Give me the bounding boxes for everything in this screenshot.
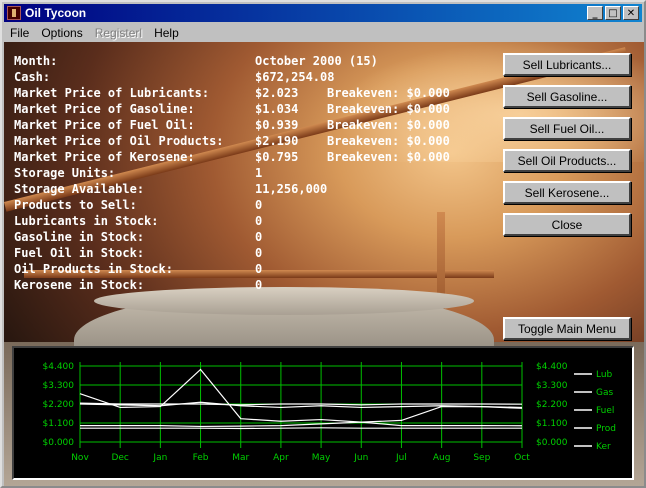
chart-y-tick-label: $2.200 — [43, 400, 75, 410]
sell-gasoline-button[interactable]: Sell Gasoline... — [503, 85, 631, 108]
stat-oil-products-price-label: Market Price of Oil Products: — [14, 134, 224, 148]
close-button[interactable]: Close — [503, 213, 631, 236]
stat-fuel-oil-breakeven: Breakeven: $0.000 — [327, 118, 450, 132]
stat-products-to-sell-value: 0 — [255, 198, 263, 212]
chart-x-tick-label: Aug — [433, 453, 451, 463]
title-bar[interactable]: Oil Tycoon _ □ ✕ — [4, 4, 642, 22]
sell-oil-products-button[interactable]: Sell Oil Products... — [503, 149, 631, 172]
stat-gasoline-price-label: Market Price of Gasoline: — [14, 102, 195, 116]
minimize-icon: _ — [592, 7, 598, 19]
menu-options[interactable]: Options — [35, 26, 88, 40]
chart-series-line-ker — [80, 427, 522, 430]
toggle-main-menu-button[interactable]: Toggle Main Menu — [503, 317, 631, 340]
chart-y-tick-label-right: $1.100 — [536, 419, 568, 429]
stat-gasoline-price-value: $1.034 — [255, 102, 299, 116]
window-title: Oil Tycoon — [25, 6, 87, 20]
minimize-button[interactable]: _ — [587, 6, 603, 20]
stat-fuel-oil-price-label: Market Price of Fuel Oil: — [14, 118, 195, 132]
stat-oil-products-breakeven: Breakeven: $0.000 — [327, 134, 450, 148]
chart-legend-label: Prod — [596, 424, 616, 434]
chart-y-tick-label-right: $0.000 — [536, 438, 568, 448]
chart-y-tick-label-right: $4.400 — [536, 362, 568, 372]
chart-x-tick-label: Nov — [71, 453, 89, 463]
menu-help[interactable]: Help — [148, 26, 185, 40]
chart-x-tick-label: Jan — [152, 453, 167, 463]
chart-x-tick-label: Dec — [111, 453, 128, 463]
chart-series-line-lub — [79, 368, 523, 423]
stat-storage-units-label: Storage Units: — [14, 166, 116, 180]
chart-x-tick-label: Sep — [473, 453, 490, 463]
chart-x-tick-label: Feb — [193, 453, 209, 463]
stat-fuel-oil-stock-label: Fuel Oil in Stock: — [14, 246, 145, 260]
maximize-button[interactable]: □ — [605, 6, 621, 20]
chart-x-tick-label: Jun — [353, 453, 368, 463]
price-history-chart: $4.400 $4.400 $3.300 $3.300 $2.200 $2.200 $1.1… — [12, 346, 634, 480]
chart-y-tick-label: $3.300 — [43, 381, 75, 391]
oil-derrick-icon[interactable] — [7, 6, 21, 20]
stat-kerosene-breakeven: Breakeven: $0.000 — [327, 150, 450, 164]
chart-y-tick-label: $0.000 — [43, 438, 75, 448]
app-window: Oil Tycoon _ □ ✕ File Options Registerl … — [0, 0, 646, 488]
stat-kerosene-price-label: Market Price of Kerosene: — [14, 150, 195, 164]
stat-gasoline-stock-label: Gasoline in Stock: — [14, 230, 145, 244]
background-tank-top — [94, 287, 474, 315]
chart-legend-label: Fuel — [596, 406, 614, 416]
sell-kerosene-button[interactable]: Sell Kerosene... — [503, 181, 631, 204]
chart-y-tick-label: $1.100 — [43, 419, 75, 429]
chart-y-tick-label-right: $2.200 — [536, 400, 568, 410]
maximize-icon: □ — [608, 7, 618, 19]
stat-products-to-sell-label: Products to Sell: — [14, 198, 137, 212]
stat-cash-value: $672,254.08 — [255, 70, 335, 84]
stat-lubricants-stock-label: Lubricants in Stock: — [14, 214, 159, 228]
stat-month-value: October 2000 (15) — [255, 54, 378, 68]
menu-file[interactable]: File — [4, 26, 35, 40]
chart-x-tick-label: Oct — [514, 453, 530, 463]
sell-lubricants-button[interactable]: Sell Lubricants... — [503, 53, 631, 76]
stat-gasoline-breakeven: Breakeven: $0.000 — [327, 102, 450, 116]
chart-legend-label: Ker — [596, 442, 611, 452]
close-window-button[interactable]: ✕ — [623, 6, 639, 20]
stat-storage-units-value: 1 — [255, 166, 263, 180]
chart-x-tick-label: Jul — [395, 453, 407, 463]
chart-legend-label: Gas — [596, 388, 613, 398]
stat-month-label: Month: — [14, 54, 58, 68]
menu-register: Registerl — [94, 25, 143, 40]
chart-x-tick-label: Apr — [273, 453, 289, 463]
chart-x-tick-label: May — [312, 453, 331, 463]
stat-kerosene-stock-value: 0 — [255, 278, 263, 292]
stat-lubricants-price-value: $2.023 — [255, 86, 299, 100]
chart-legend-label: Lub — [596, 370, 613, 380]
price-chart-svg: $4.400 $4.400 $3.300 $3.300 $2.200 $2.200 $1.1… — [43, 362, 616, 463]
stat-oil-products-stock-value: 0 — [255, 262, 263, 276]
stat-kerosene-price-value: $0.795 — [255, 150, 299, 164]
chart-y-tick-label-right: $3.300 — [536, 381, 568, 391]
stat-lubricants-breakeven: Breakeven: $0.000 — [327, 86, 450, 100]
stat-fuel-oil-price-value: $0.939 — [255, 118, 299, 132]
stat-storage-available-value: 11,256,000 — [255, 182, 328, 196]
stat-oil-products-price-value: $2.190 — [255, 134, 299, 148]
sell-fuel-oil-button[interactable]: Sell Fuel Oil... — [503, 117, 631, 140]
close-icon: ✕ — [626, 7, 636, 19]
stat-gasoline-stock-value: 0 — [255, 230, 263, 244]
stat-kerosene-stock-label: Kerosene in Stock: — [14, 278, 145, 292]
chart-series-line-prod — [79, 402, 523, 406]
stat-oil-products-stock-label: Oil Products in Stock: — [14, 262, 173, 276]
stat-fuel-oil-stock-value: 0 — [255, 246, 263, 260]
menu-bar: File Options Registerl Help — [4, 23, 642, 42]
chart-y-tick-label: $4.400 — [43, 362, 75, 372]
stat-cash-label: Cash: — [14, 70, 51, 84]
stat-storage-available-label: Storage Available: — [14, 182, 145, 196]
chart-x-tick-label: Mar — [232, 453, 249, 463]
main-panel: Month: October 2000 (15) Cash: $672,254.… — [4, 42, 644, 486]
stat-lubricants-price-label: Market Price of Lubricants: — [14, 86, 210, 100]
stat-lubricants-stock-value: 0 — [255, 214, 263, 228]
